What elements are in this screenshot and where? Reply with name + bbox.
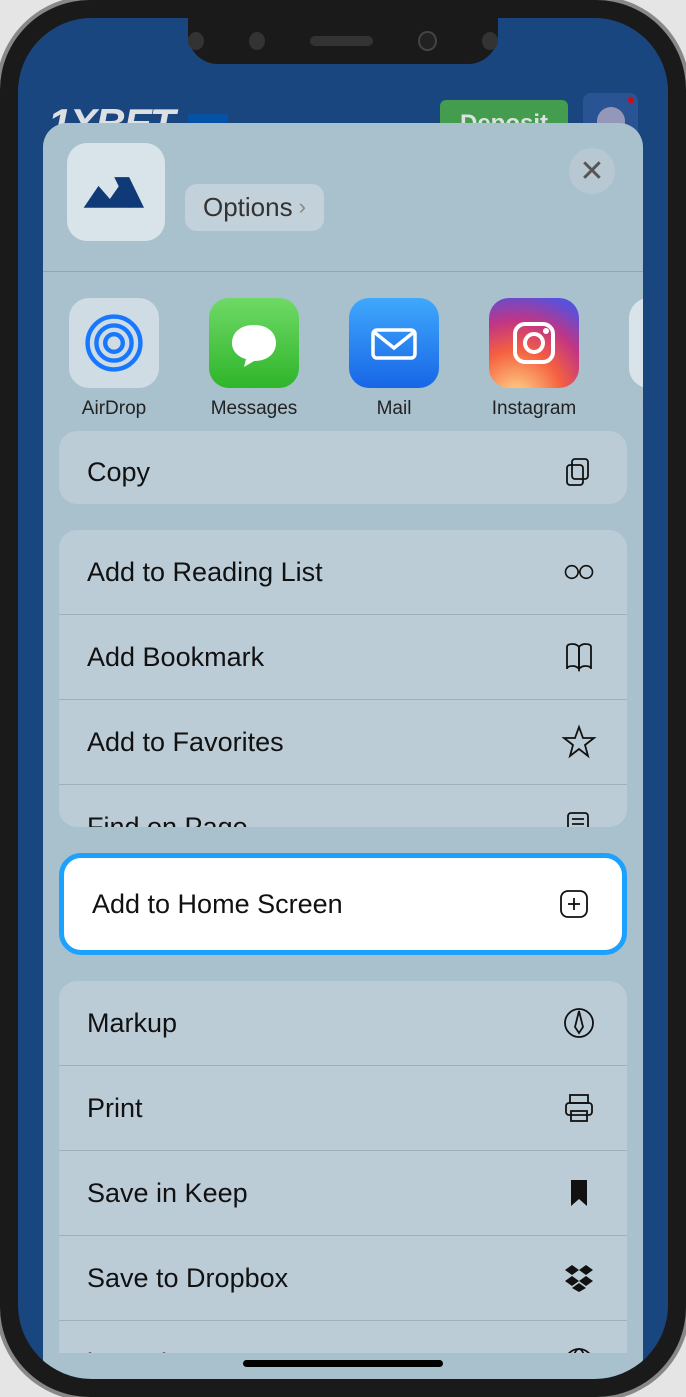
action-markup[interactable]: Markup xyxy=(59,981,627,1065)
options-label: Options xyxy=(203,192,293,223)
share-app-label: Mail xyxy=(349,398,439,420)
action-group-main: Add to Reading List Add Bookmark Add to … xyxy=(59,530,627,827)
action-label: Save to Dropbox xyxy=(87,1263,288,1294)
action-label: iTranslate xyxy=(87,1348,205,1353)
share-site-icon xyxy=(67,143,165,241)
action-label: Copy xyxy=(87,457,150,488)
messages-icon xyxy=(209,298,299,388)
page-search-icon xyxy=(559,807,599,827)
action-add-home-screen[interactable]: Add to Home Screen xyxy=(59,853,627,955)
action-copy[interactable]: Copy xyxy=(59,431,627,505)
mail-icon xyxy=(349,298,439,388)
action-add-favorites[interactable]: Add to Favorites xyxy=(59,699,627,784)
action-group-bottom: Markup Print Save in Keep xyxy=(59,981,627,1353)
volume-up xyxy=(0,350,2,450)
action-label: Add to Home Screen xyxy=(92,889,343,920)
share-app-label: AirDrop xyxy=(69,398,159,420)
glasses-icon xyxy=(559,552,599,592)
action-label: Print xyxy=(87,1093,143,1124)
share-app-instagram[interactable]: Instagram xyxy=(489,298,579,405)
action-label: Add to Favorites xyxy=(87,727,284,758)
phone-frame: 1XBET Deposit Options › ✕ xyxy=(0,0,686,1397)
action-label: Save in Keep xyxy=(87,1178,248,1209)
action-label: Add to Reading List xyxy=(87,557,323,588)
share-app-label: Messages xyxy=(209,398,299,420)
markup-icon xyxy=(559,1003,599,1043)
mute-switch xyxy=(0,260,2,310)
phone-screen: 1XBET Deposit Options › ✕ xyxy=(18,18,668,1379)
action-group-copy: Copy xyxy=(59,431,627,505)
share-app-mail[interactable]: Mail xyxy=(349,298,439,405)
action-itranslate[interactable]: iTranslate xyxy=(59,1320,627,1353)
share-app-label: Instagram xyxy=(489,398,579,420)
volume-down xyxy=(0,480,2,580)
star-icon xyxy=(559,722,599,762)
chevron-right-icon: › xyxy=(299,194,306,220)
home-indicator[interactable] xyxy=(243,1360,443,1367)
globe-icon xyxy=(559,1343,599,1353)
action-print[interactable]: Print xyxy=(59,1065,627,1150)
action-find-on-page[interactable]: Find on Page xyxy=(59,784,627,827)
action-label: Add Bookmark xyxy=(87,642,264,673)
printer-icon xyxy=(559,1088,599,1128)
action-label: Markup xyxy=(87,1008,177,1039)
close-icon: ✕ xyxy=(579,154,604,189)
dropbox-icon xyxy=(559,1258,599,1298)
close-button[interactable]: ✕ xyxy=(569,148,615,194)
share-apps-row[interactable]: AirDrop Messages Mail xyxy=(43,272,643,431)
instagram-icon xyxy=(489,298,579,388)
add-square-icon xyxy=(554,884,594,924)
book-icon xyxy=(559,637,599,677)
copy-icon xyxy=(559,453,599,493)
share-app-label: G xyxy=(629,398,643,405)
options-button[interactable]: Options › xyxy=(185,184,324,231)
share-sheet-header: Options › ✕ xyxy=(43,123,643,271)
bookmark-icon xyxy=(559,1173,599,1213)
airdrop-icon xyxy=(69,298,159,388)
share-app-airdrop[interactable]: AirDrop xyxy=(69,298,159,405)
share-app-gmail[interactable]: G xyxy=(629,298,643,405)
action-save-in-keep[interactable]: Save in Keep xyxy=(59,1150,627,1235)
share-app-messages[interactable]: Messages xyxy=(209,298,299,405)
action-add-reading-list[interactable]: Add to Reading List xyxy=(59,530,627,614)
action-add-bookmark[interactable]: Add Bookmark xyxy=(59,614,627,699)
gmail-icon xyxy=(629,298,643,388)
share-sheet: Options › ✕ AirDrop xyxy=(43,123,643,1379)
action-save-to-dropbox[interactable]: Save to Dropbox xyxy=(59,1235,627,1320)
action-label: Find on Page xyxy=(87,812,248,828)
notch xyxy=(188,18,498,64)
